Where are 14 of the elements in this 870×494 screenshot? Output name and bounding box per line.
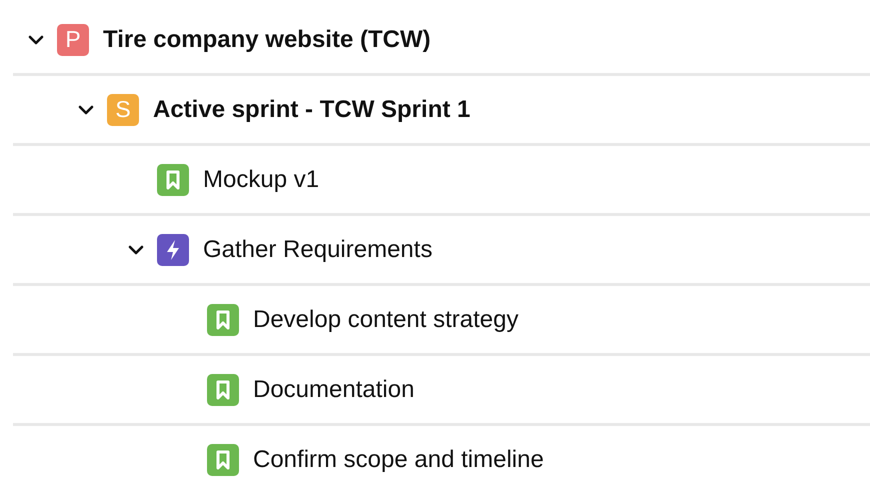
sprint-badge: S bbox=[107, 94, 139, 126]
item-title[interactable]: Documentation bbox=[253, 376, 414, 404]
item-title[interactable]: Confirm scope and timeline bbox=[253, 446, 544, 474]
lightning-icon bbox=[157, 234, 189, 266]
item-title[interactable]: Tire company website (TCW) bbox=[103, 26, 431, 54]
bookmark-icon bbox=[157, 164, 189, 196]
item-title[interactable]: Develop content strategy bbox=[253, 306, 518, 334]
item-title[interactable]: Gather Requirements bbox=[203, 236, 432, 264]
item-title[interactable]: Mockup v1 bbox=[203, 166, 320, 194]
bookmark-icon bbox=[207, 374, 239, 406]
item-title[interactable]: Active sprint - TCW Sprint 1 bbox=[153, 96, 470, 124]
project-badge: P bbox=[57, 24, 89, 56]
bookmark-icon bbox=[207, 444, 239, 476]
bookmark-icon bbox=[207, 304, 239, 336]
